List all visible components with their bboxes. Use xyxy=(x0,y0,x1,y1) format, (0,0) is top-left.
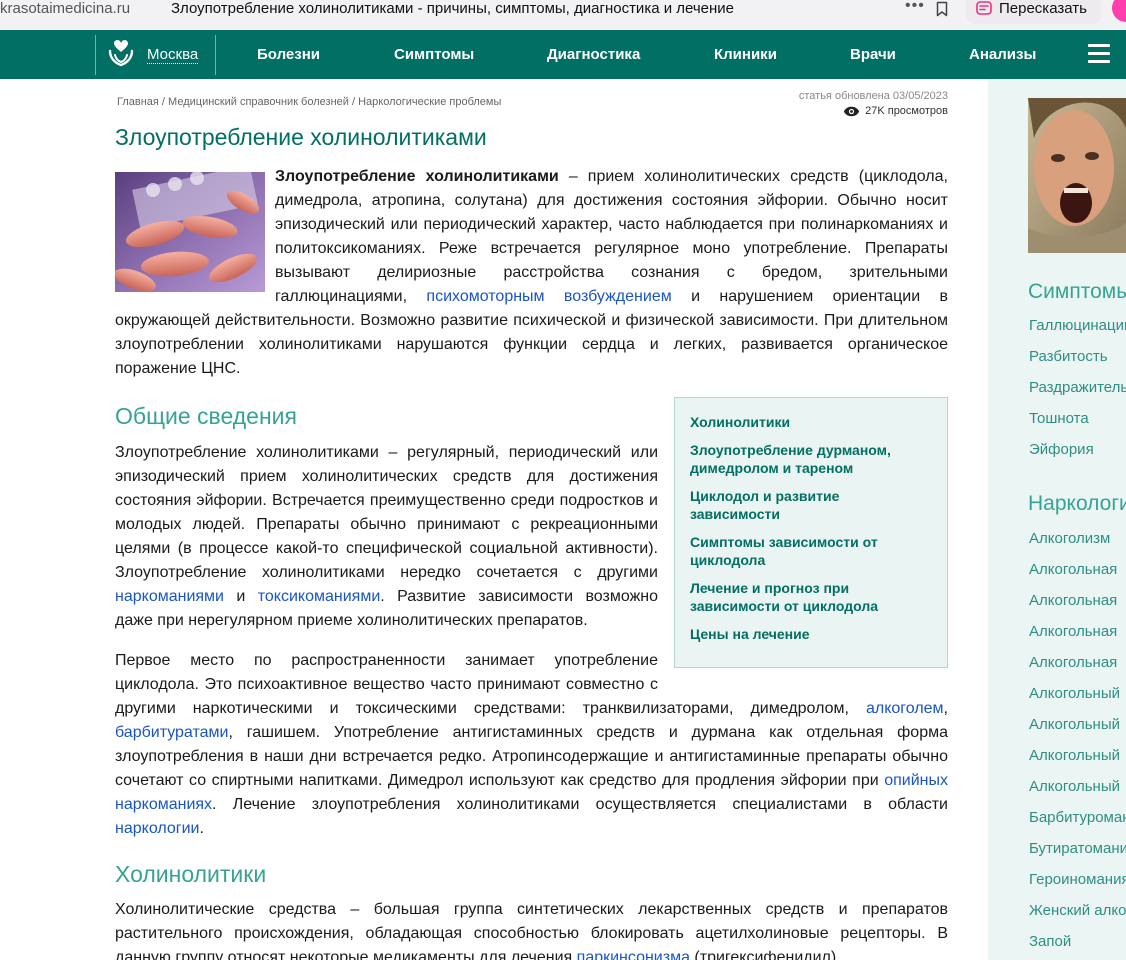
link-psychomotor-agitation[interactable]: психомоторным возбуждением xyxy=(426,288,671,305)
breadcrumb-home[interactable]: Главная xyxy=(117,96,159,108)
views-counter: 27K просмотров xyxy=(843,105,948,117)
sidebar-narcology-link[interactable]: Алкогольная xyxy=(1029,592,1117,609)
address-bar-host[interactable]: krasotaimedicina.ru xyxy=(0,0,130,18)
sidebar-narcology-link[interactable]: Запой xyxy=(1029,933,1071,950)
sidebar-narcology-title: Наркология xyxy=(1028,492,1126,515)
sidebar-narcology-link[interactable]: Алкогольная xyxy=(1029,654,1117,671)
link-alcohol[interactable]: алкоголем xyxy=(866,700,944,717)
sidebar-symptom-link[interactable]: Эйфория xyxy=(1029,441,1094,458)
toc-item-cyclodol-dependence[interactable]: Циклодол и развитие зависимости xyxy=(690,487,930,523)
breadcrumb-separator: / xyxy=(158,96,169,108)
sidebar-narcology-link[interactable]: Барбитуромания xyxy=(1029,809,1126,826)
browser-toolbar: krasotaimedicina.ru Злоупотребление холи… xyxy=(0,0,1126,30)
sidebar-narcology-link[interactable]: Алкогольный xyxy=(1029,685,1120,702)
sidebar-symptom-link[interactable]: Разбитость xyxy=(1029,348,1108,365)
sidebar-narcology-link[interactable]: Алкогольный xyxy=(1029,716,1120,733)
sidebar-symptom-link[interactable]: Галлюцинации xyxy=(1029,317,1126,334)
nav-item-doctors[interactable]: Врачи xyxy=(850,46,896,63)
heart-hands-logo-icon[interactable] xyxy=(107,38,135,70)
toc-item-cholinolytics[interactable]: Холинолитики xyxy=(690,413,930,431)
nav-item-analyses[interactable]: Анализы xyxy=(969,46,1036,63)
sidebar-narcology-link[interactable]: Алкоголизм xyxy=(1029,530,1110,547)
link-barbiturates[interactable]: барбитуратами xyxy=(115,724,228,741)
link-toxicomanias[interactable]: токсикоманиями xyxy=(258,588,381,605)
bookmark-icon[interactable] xyxy=(934,1,950,17)
sidebar-symptom-link[interactable]: Тошнота xyxy=(1029,410,1089,427)
nav-item-symptoms[interactable]: Симптомы xyxy=(394,46,474,63)
breadcrumb-disease-reference[interactable]: Медицинский справочник болезней xyxy=(168,96,349,108)
sidebar-narcology-link[interactable]: Алкогольный xyxy=(1029,747,1120,764)
sidebar-narcology-link[interactable]: Героиномания xyxy=(1029,871,1126,888)
toc-item-symptoms[interactable]: Симптомы зависимости от циклодола xyxy=(690,533,930,569)
nav-divider xyxy=(95,35,96,75)
toc-item-treatment-prognosis[interactable]: Лечение и прогноз при зависимости от цик… xyxy=(690,579,930,615)
city-selector[interactable]: Москва xyxy=(147,46,199,64)
retell-button-label: Пересказать xyxy=(999,0,1087,17)
sidebar-narcology-link[interactable]: Алкогольная xyxy=(1029,623,1117,640)
sidebar-narcology-link[interactable]: Женский алкоголизм xyxy=(1029,902,1126,919)
link-narcology[interactable]: наркологии xyxy=(115,820,199,837)
table-of-contents: Холинолитики Злоупотребление дурманом, д… xyxy=(674,397,948,668)
cholinolytics-paragraph: Холинолитические средства – большая груп… xyxy=(115,898,948,960)
assistant-icon[interactable] xyxy=(1112,0,1126,22)
right-sidebar: Симптомы Галлюцинации Разбитость Раздраж… xyxy=(988,79,1126,960)
retell-icon xyxy=(976,1,992,15)
intro-paragraph: Злоупотребление холинолитиками – прием х… xyxy=(115,165,948,381)
eye-icon xyxy=(843,106,860,116)
article-updated-date: статья обновлена 03/05/2023 xyxy=(798,90,948,102)
link-narcomanias[interactable]: наркоманиями xyxy=(115,588,224,605)
breadcrumb-separator: / xyxy=(348,96,359,108)
section-title-general: Общие сведения xyxy=(115,403,297,429)
breadcrumb: Главная / Медицинский справочник болезне… xyxy=(117,96,501,108)
sidebar-symptoms-title: Симптомы xyxy=(1028,280,1126,303)
sidebar-symptom-link[interactable]: Раздражительность xyxy=(1029,379,1126,396)
nav-divider xyxy=(215,35,216,75)
toc-item-prices[interactable]: Цены на лечение xyxy=(690,625,930,643)
nav-item-clinics[interactable]: Клиники xyxy=(714,46,777,63)
sidebar-narcology-link[interactable]: Бутиратомания xyxy=(1029,840,1126,857)
toc-item-datura-dimedrol[interactable]: Злоупотребление дурманом, димедролом и т… xyxy=(690,441,930,477)
breadcrumb-narcology[interactable]: Наркологические проблемы xyxy=(358,96,501,108)
article-title: Злоупотребление холинолитиками xyxy=(115,124,487,150)
section-title-cholinolytics: Холинолитики xyxy=(115,861,267,887)
views-count: 27K просмотров xyxy=(865,105,948,117)
link-parkinsonism[interactable]: паркинсонизма xyxy=(577,949,690,960)
more-options-button[interactable]: ••• xyxy=(905,0,925,15)
intro-text: – прием холинолитических средств (циклод… xyxy=(275,168,948,305)
retell-button[interactable]: Пересказать xyxy=(966,0,1101,24)
screaming-man-photo[interactable] xyxy=(1028,98,1126,253)
intro-bold-term: Злоупотребление холинолитиками xyxy=(275,168,559,185)
sidebar-narcology-link[interactable]: Алкогольная xyxy=(1029,561,1117,578)
sidebar-narcology-link[interactable]: Алкогольный xyxy=(1029,778,1120,795)
nav-item-diagnostics[interactable]: Диагностика xyxy=(547,46,640,63)
nav-item-diseases[interactable]: Болезни xyxy=(257,46,320,63)
main-navigation: Москва Болезни Симптомы Диагностика Клин… xyxy=(0,30,1126,79)
hamburger-menu-icon[interactable] xyxy=(1088,44,1110,64)
page-title-in-address-bar[interactable]: Злоупотребление холинолитиками - причины… xyxy=(171,0,734,18)
